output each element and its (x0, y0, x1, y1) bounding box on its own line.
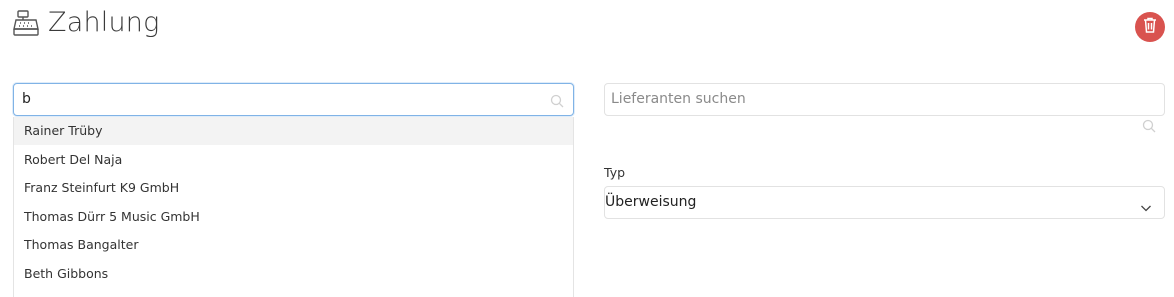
type-select-value: Überweisung (605, 194, 697, 210)
dropdown-item-label: Thomas Dürr 5 Music GmbH (24, 209, 200, 224)
supplier-search-input[interactable]: Lieferanten suchen (604, 83, 1165, 116)
dropdown-item-label: Rainer Trüby (24, 123, 103, 138)
dropdown-item-label: Robert Del Naja (24, 152, 123, 167)
dropdown-item-label: Franz Steinfurt K9 GmbH (24, 180, 180, 195)
dropdown-item-label: Beth Gibbons (24, 266, 109, 281)
trash-icon (1143, 17, 1157, 37)
page-header: Zahlung (12, 6, 159, 40)
dropdown-item[interactable]: Beth Gibbons (14, 260, 573, 288)
delete-button[interactable] (1135, 12, 1165, 42)
page-title: Zahlung (48, 7, 160, 38)
customer-results-dropdown: Rainer Trüby Robert Del Naja Franz Stein… (13, 117, 574, 297)
dropdown-item[interactable]: Rainer Trüby (14, 117, 573, 145)
supplier-search-placeholder: Lieferanten suchen (611, 91, 746, 107)
search-icon (550, 93, 564, 108)
dropdown-item-label: Thomas Bangalter (24, 237, 139, 252)
dropdown-item[interactable]: Franz Steinfurt K9 GmbH (14, 174, 573, 202)
type-select[interactable]: Überweisung (604, 186, 1165, 219)
cash-register-icon (12, 9, 40, 37)
dropdown-item[interactable]: Thomas Bangalter (14, 231, 573, 259)
type-label: Typ (604, 165, 626, 180)
dropdown-item[interactable]: Robert Del Naja (14, 146, 573, 174)
customer-search-input[interactable]: b (13, 83, 574, 116)
customer-search-value: b (22, 91, 31, 107)
chevron-down-icon (1140, 198, 1152, 212)
dropdown-item[interactable]: Thomas Dürr 5 Music GmbH (14, 203, 573, 231)
search-icon (1142, 118, 1156, 133)
